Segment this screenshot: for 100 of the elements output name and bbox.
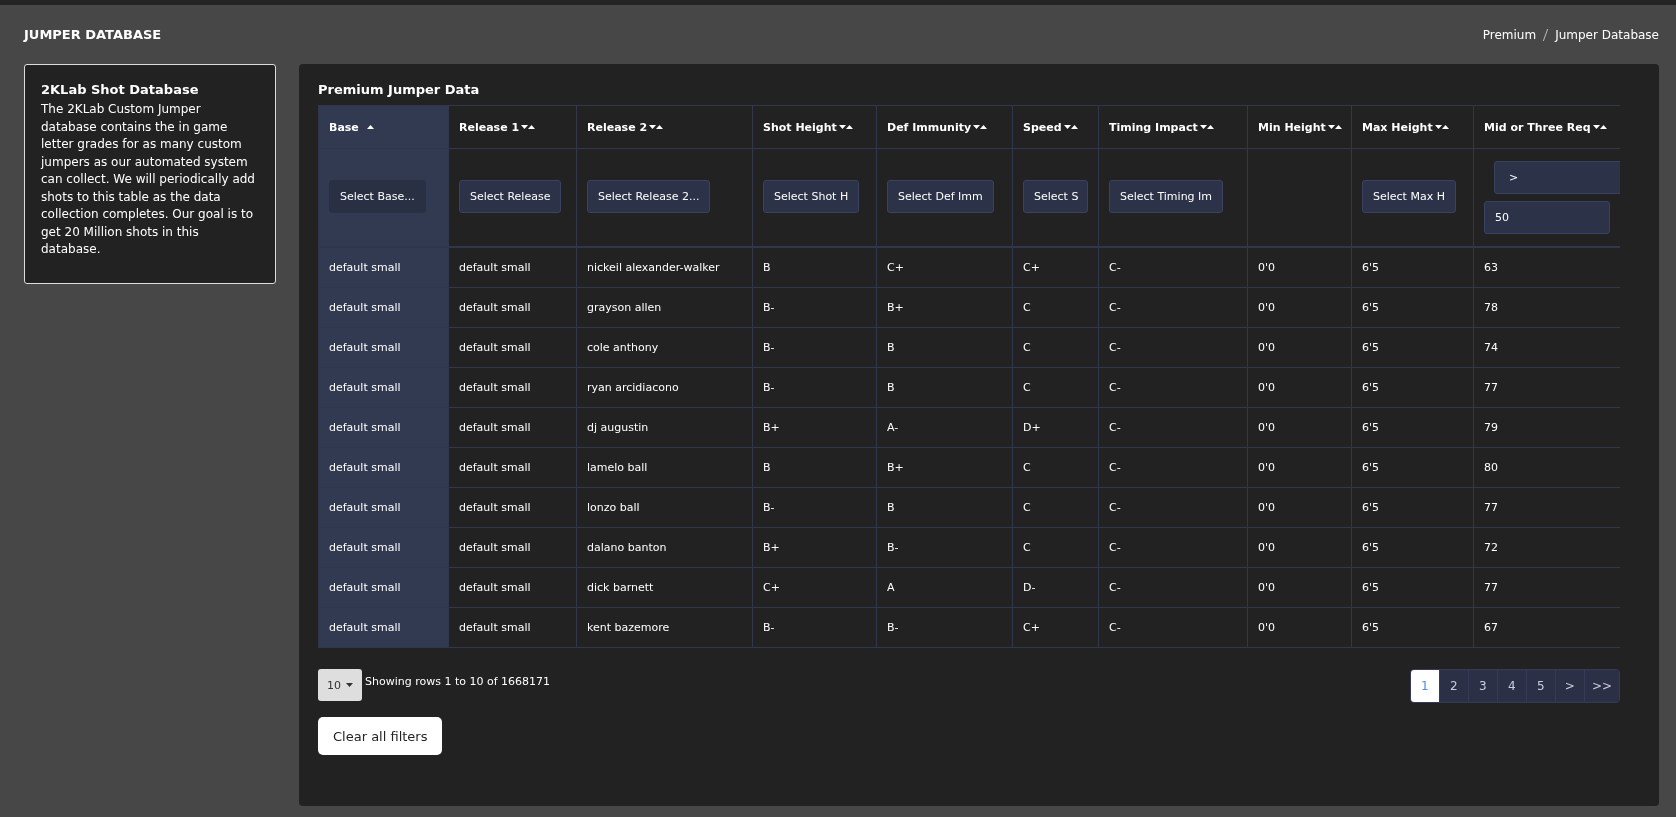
breadcrumb-link[interactable]: Premium	[1482, 27, 1537, 42]
table-cell: default small	[318, 567, 449, 608]
filter-dropdown[interactable]: Select Release 2...	[587, 179, 711, 213]
column-header[interactable]: Timing Impact	[1098, 105, 1248, 149]
table-cell: nickeil alexander-walker	[576, 247, 753, 288]
table-cell: kent bazemore	[576, 607, 753, 648]
table-cell: C+	[1012, 607, 1099, 648]
table-cell: 6'5	[1351, 487, 1474, 528]
filter-dropdown[interactable]: Select Def Imm	[887, 179, 994, 213]
filter-input[interactable]: 50	[1484, 201, 1610, 234]
table-cell: default small	[448, 407, 577, 448]
table-cell: C-	[1098, 567, 1248, 608]
column-header[interactable]: Base	[318, 105, 449, 149]
table-cell: default small	[318, 527, 449, 568]
table-cell: B	[752, 247, 877, 288]
table-cell: C	[1012, 327, 1099, 368]
column-header[interactable]: Mid or Three Req	[1473, 105, 1620, 149]
sort-descending-icon[interactable]	[1592, 125, 1600, 129]
table-cell: default small	[448, 447, 577, 488]
column-header[interactable]: Speed	[1012, 105, 1099, 149]
page-size-dropdown[interactable]: 10	[318, 669, 362, 701]
operator-dropdown[interactable]: >	[1494, 161, 1620, 194]
table-cell: C-	[1098, 327, 1248, 368]
sort-ascending-icon[interactable]	[656, 125, 664, 129]
sort-descending-icon[interactable]	[973, 125, 981, 129]
filter-dropdown[interactable]: Select S	[1023, 179, 1088, 213]
table-cell: default small	[318, 287, 449, 328]
filter-dropdown[interactable]: Select Release	[459, 179, 562, 213]
table-cell: B+	[876, 287, 1013, 328]
table-cell: C	[1012, 367, 1099, 408]
sort-descending-icon[interactable]	[1434, 125, 1442, 129]
breadcrumb-link[interactable]: Jumper Database	[1555, 27, 1659, 42]
table-cell: C	[1012, 487, 1099, 528]
table-cell: A	[876, 567, 1013, 608]
table-cell: B+	[752, 407, 877, 448]
table-cell: A-	[876, 407, 1013, 448]
clear-filters-button[interactable]: Clear all filters	[318, 717, 443, 755]
caret-icon[interactable]	[346, 683, 353, 687]
table-cell: 6'5	[1351, 247, 1474, 288]
table-cell: 6'5	[1351, 527, 1474, 568]
table-cell: C	[1012, 527, 1099, 568]
sort-descending-icon[interactable]	[649, 125, 657, 129]
table-cell: B+	[752, 527, 877, 568]
sort-ascending-icon[interactable]	[1070, 125, 1078, 129]
sort-descending-icon[interactable]	[1063, 125, 1071, 129]
column-header[interactable]: Min Height	[1247, 105, 1352, 149]
table-cell: default small	[448, 567, 577, 608]
sort-descending-icon[interactable]	[521, 125, 529, 129]
card-text: The 2KLab Custom Jumper database contains the in game letter grades for as many custom jumpers as our automated system can collect. We will periodically add shots to this table as the data collection completes. Our goal is to get 20 Million shots in this database.	[41, 101, 256, 258]
sort-ascending-icon[interactable]	[1334, 125, 1342, 129]
table-cell: lamelo ball	[576, 447, 753, 488]
table-cell: 6'5	[1351, 447, 1474, 488]
table-cell: C-	[1098, 447, 1248, 488]
column-header[interactable]: Release 2	[576, 105, 753, 149]
table-cell: default small	[448, 287, 577, 328]
page-title: JUMPER DATABASE	[24, 27, 162, 42]
table-cell: default small	[318, 367, 449, 408]
table-cell: B	[752, 447, 877, 488]
table-cell: 0'0	[1247, 447, 1352, 488]
panel-title: Premium Jumper Data	[318, 82, 481, 97]
table-cell: default small	[318, 407, 449, 448]
table-cell: 6'5	[1351, 287, 1474, 328]
table-cell: default small	[448, 247, 577, 288]
table-cell: B-	[752, 367, 877, 408]
table-cell: 0'0	[1247, 327, 1352, 368]
sort-ascending-icon[interactable]	[1599, 125, 1607, 129]
table-cell: default small	[318, 447, 449, 488]
filter-dropdown[interactable]: Select Base...	[329, 179, 426, 213]
table-cell: 0'0	[1247, 487, 1352, 528]
sort-descending-icon[interactable]	[1327, 125, 1335, 129]
sort-ascending-icon[interactable]	[1206, 125, 1214, 129]
table-cell: B	[876, 487, 1013, 528]
table-cell: C-	[1098, 607, 1248, 648]
column-header[interactable]: Release 1	[448, 105, 577, 149]
filter-dropdown[interactable]: Select Max H	[1362, 179, 1456, 213]
sort-ascending-icon[interactable]	[845, 125, 853, 129]
filter-dropdown[interactable]: Select Timing Im	[1109, 179, 1224, 213]
table-cell: C-	[1098, 527, 1248, 568]
table-cell: 0'0	[1247, 407, 1352, 448]
sort-ascending-icon[interactable]	[366, 125, 374, 129]
table-cell: default small	[318, 327, 449, 368]
column-header[interactable]: Def Immunity	[876, 105, 1013, 149]
filter-dropdown[interactable]: Select Shot H	[763, 179, 860, 213]
table-cell: 0'0	[1247, 607, 1352, 648]
sort-ascending-icon[interactable]	[980, 125, 988, 129]
card-title: 2KLab Shot Database	[41, 82, 200, 97]
table-cell: default small	[448, 327, 577, 368]
table-cell: default small	[448, 607, 577, 648]
sort-ascending-icon[interactable]	[1441, 125, 1449, 129]
table-cell: default small	[448, 367, 577, 408]
sort-ascending-icon[interactable]	[528, 125, 536, 129]
column-header[interactable]: Shot Height	[752, 105, 877, 149]
table-cell: B	[876, 327, 1013, 368]
table-cell: B-	[752, 287, 877, 328]
table-cell: C-	[1098, 407, 1248, 448]
table-cell: 6'5	[1351, 567, 1474, 608]
sort-descending-icon[interactable]	[1199, 125, 1207, 129]
table-cell: B	[876, 367, 1013, 408]
sort-descending-icon[interactable]	[838, 125, 846, 129]
column-header[interactable]: Max Height	[1351, 105, 1474, 149]
